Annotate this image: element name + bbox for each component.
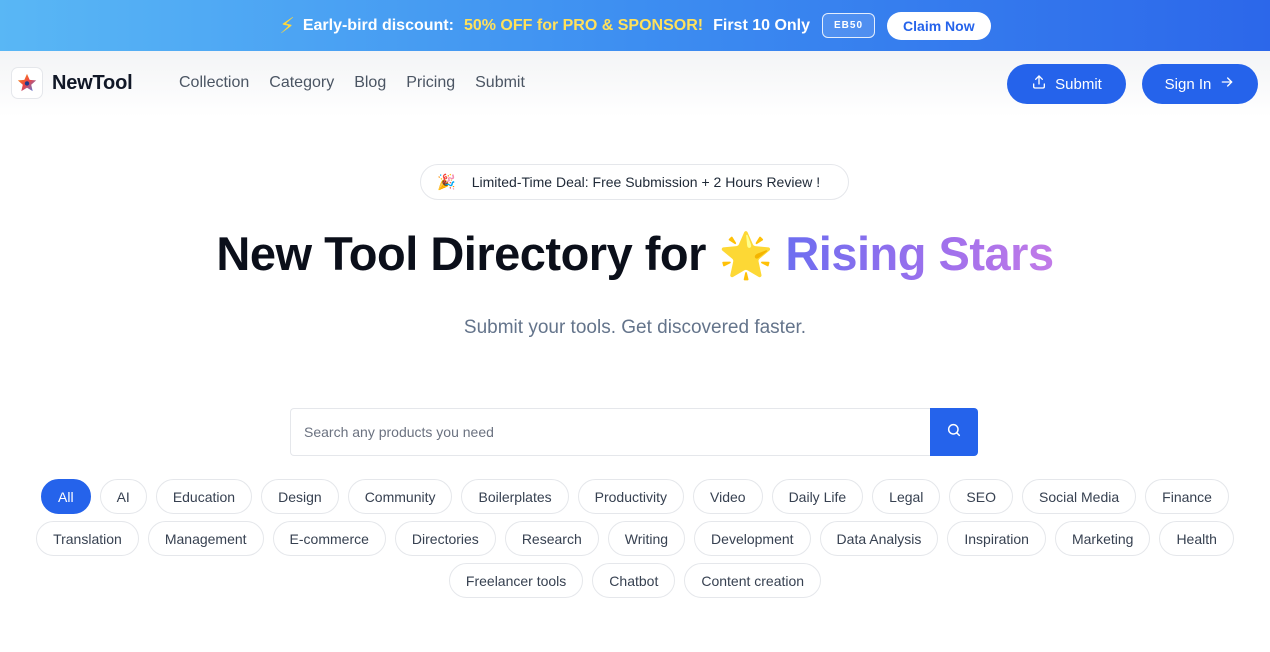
category-chip-productivity[interactable]: Productivity [577, 479, 684, 514]
claim-now-button[interactable]: Claim Now [887, 11, 991, 40]
category-chip-marketing[interactable]: Marketing [1054, 521, 1151, 556]
category-chip-education[interactable]: Education [155, 479, 253, 514]
star-logo-icon [12, 68, 42, 98]
brand-logo[interactable]: NewTool [12, 68, 133, 98]
category-chip-design[interactable]: Design [261, 479, 339, 514]
promo-suffix: First 10 Only [713, 16, 811, 34]
category-chip-community[interactable]: Community [347, 479, 453, 514]
category-row-1: All AI Education Design Community Boilerplate… [0, 479, 1270, 514]
category-chip-content-creation[interactable]: Content creation [684, 563, 822, 598]
category-chip-boilerplates[interactable]: Boilerplates [461, 479, 569, 514]
limited-deal-badge[interactable]: 🎉 Limited-Time Deal: Free Submission + 2… [420, 164, 849, 200]
promo-code-badge[interactable]: EB50 [822, 13, 876, 38]
glowing-star-icon: 🌟 [718, 231, 773, 280]
category-chip-ai[interactable]: AI [99, 479, 147, 514]
category-chip-seo[interactable]: SEO [949, 479, 1013, 514]
category-chip-management[interactable]: Management [147, 521, 264, 556]
nav-links: Collection Category Blog Pricing Submit [179, 74, 525, 92]
title-main: New Tool Directory for [216, 227, 706, 280]
category-row-2: Translation Management E-commerce Directori… [0, 521, 1270, 556]
title-highlight: Rising Stars [785, 227, 1054, 280]
nav-link-submit[interactable]: Submit [475, 74, 525, 92]
promo-banner: ⚡ Early-bird discount: 50% OFF for PRO &… [0, 0, 1270, 51]
category-chip-e-commerce[interactable]: E-commerce [272, 521, 386, 556]
category-chip-social-media[interactable]: Social Media [1022, 479, 1137, 514]
brand-name: NewTool [52, 71, 133, 94]
sign-in-button[interactable]: Sign In [1142, 64, 1258, 104]
upload-icon [1031, 74, 1047, 94]
category-chip-all[interactable]: All [41, 479, 91, 514]
nav-link-pricing[interactable]: Pricing [406, 74, 455, 92]
category-chip-legal[interactable]: Legal [872, 479, 941, 514]
category-chip-directories[interactable]: Directories [394, 521, 496, 556]
category-chip-data-analysis[interactable]: Data Analysis [819, 521, 939, 556]
nav-link-collection[interactable]: Collection [179, 74, 249, 92]
search-input[interactable] [290, 408, 931, 456]
lightning-icon: ⚡ [279, 12, 295, 38]
category-chip-chatbot[interactable]: Chatbot [592, 563, 676, 598]
page-subtitle: Submit your tools. Get discovered faster… [463, 317, 807, 338]
sign-in-button-label: Sign In [1164, 75, 1212, 93]
category-chip-development[interactable]: Development [694, 521, 811, 556]
deal-text: Limited-Time Deal: Free Submission + 2 H… [471, 174, 821, 190]
top-nav: NewTool Collection Category Blog Pricing… [0, 51, 1270, 117]
category-row-3: Freelancer tools Chatbot Content creation [0, 563, 1270, 598]
category-chip-research[interactable]: Research [504, 521, 599, 556]
category-chip-video[interactable]: Video [693, 479, 763, 514]
nav-link-blog[interactable]: Blog [354, 74, 386, 92]
category-chip-health[interactable]: Health [1159, 521, 1234, 556]
category-chip-inspiration[interactable]: Inspiration [947, 521, 1046, 556]
party-popper-icon: 🎉 [437, 174, 456, 191]
submit-button[interactable]: Submit [1007, 64, 1126, 104]
promo-highlight: 50% OFF for PRO & SPONSOR! [463, 16, 704, 34]
nav-link-category[interactable]: Category [269, 74, 334, 92]
category-chip-freelancer-tools[interactable]: Freelancer tools [448, 563, 584, 598]
search-icon [946, 422, 962, 443]
category-chip-finance[interactable]: Finance [1145, 479, 1229, 514]
arrow-right-icon [1219, 74, 1235, 94]
promo-prefix: Early-bird discount: [302, 16, 454, 34]
category-chip-writing[interactable]: Writing [607, 521, 686, 556]
page-title: New Tool Directory for 🌟 Rising Stars [0, 226, 1270, 281]
search-button[interactable] [930, 408, 978, 456]
category-chip-translation[interactable]: Translation [36, 521, 139, 556]
submit-button-label: Submit [1055, 75, 1102, 93]
category-chip-daily-life[interactable]: Daily Life [771, 479, 864, 514]
